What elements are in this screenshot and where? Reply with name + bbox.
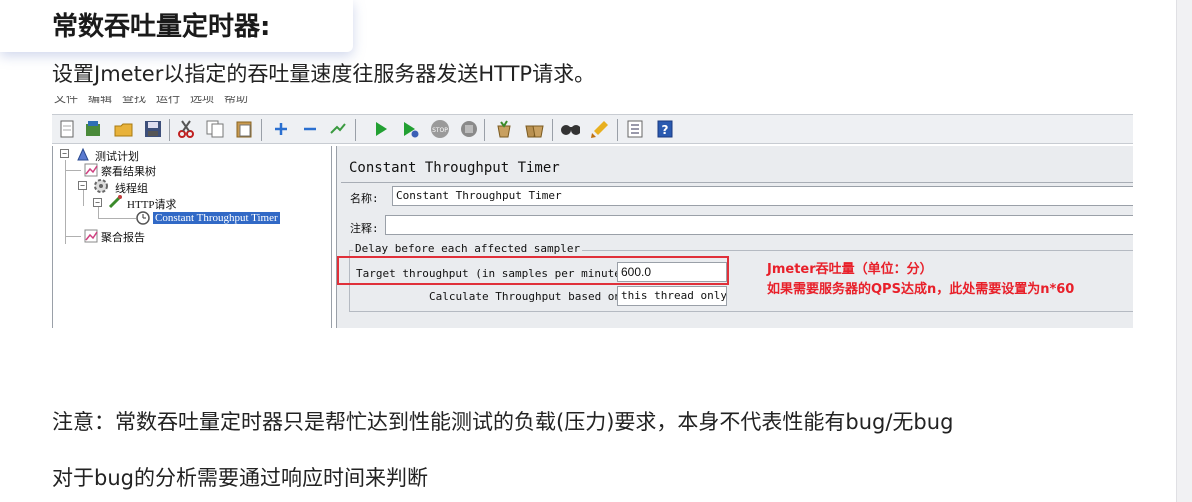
menu-bar: 文件 编辑 查找 运行 选项 帮助: [52, 96, 1133, 110]
help-icon[interactable]: ?: [655, 119, 675, 139]
start-no-pause-icon[interactable]: [400, 119, 420, 139]
stop-icon[interactable]: STOP: [430, 119, 450, 139]
calc-based-on-label: Calculate Throughput based on:: [429, 290, 628, 303]
start-icon[interactable]: [371, 119, 391, 139]
page-subtitle: 设置Jmeter以指定的吞吐量速度往服务器发送HTTP请求。: [52, 62, 596, 86]
timer-config-panel: Constant Throughput Timer 名称: Constant T…: [336, 146, 1133, 328]
collapse-toggle[interactable]: −: [60, 149, 69, 158]
copy-icon[interactable]: [205, 119, 225, 139]
comment-field[interactable]: [385, 215, 1133, 235]
throughput-highlight-box: [337, 256, 729, 285]
tree-node-timer[interactable]: Constant Throughput Timer: [153, 212, 280, 224]
paste-icon[interactable]: [234, 119, 254, 139]
page-heading: 常数吞吐量定时器:: [52, 12, 271, 42]
cut-icon[interactable]: [176, 119, 196, 139]
collapse-toggle[interactable]: −: [78, 181, 87, 190]
menu-file[interactable]: 文件: [54, 96, 78, 106]
save-icon[interactable]: [143, 119, 163, 139]
tree-node-test-plan[interactable]: 测试计划: [95, 148, 139, 164]
menu-search[interactable]: 查找: [122, 96, 146, 106]
menu-help[interactable]: 帮助: [224, 96, 248, 106]
search-icon[interactable]: [560, 119, 580, 139]
note-paragraph-2: 对于bug的分析需要通过响应时间来判断: [52, 466, 428, 490]
clear-all-icon[interactable]: [524, 119, 544, 139]
test-plan-tree: − 测试计划 察看结果树 − 线程组 − HTTP请求 Constant Thr…: [52, 146, 332, 328]
timer-icon: [133, 208, 153, 228]
function-helper-icon[interactable]: [625, 119, 645, 139]
reset-search-icon[interactable]: [590, 119, 610, 139]
menu-edit[interactable]: 编辑: [88, 96, 112, 106]
collapse-icon[interactable]: [300, 119, 320, 139]
annotation-line-1: Jmeter吞吐量（单位：分）: [767, 262, 933, 277]
note-paragraph-1: 注意：常数吞吐量定时器只是帮忙达到性能测试的负载(压力)要求，本身不代表性能有b…: [52, 410, 954, 434]
toggle-icon[interactable]: [328, 119, 348, 139]
svg-text:?: ?: [662, 123, 669, 137]
tree-node-aggregate-report[interactable]: 聚合报告: [101, 229, 145, 245]
collapse-toggle[interactable]: −: [93, 198, 102, 207]
panel-title: Constant Throughput Timer: [349, 160, 560, 176]
delay-group-legend: Delay before each affected sampler: [353, 242, 583, 255]
aggregate-report-icon: [81, 226, 101, 246]
open-icon[interactable]: [114, 119, 134, 139]
menu-options[interactable]: 选项: [190, 96, 214, 106]
name-label: 名称:: [350, 192, 379, 205]
templates-icon[interactable]: [83, 119, 103, 139]
toolbar: STOP ?: [52, 114, 1133, 144]
clear-icon[interactable]: [494, 119, 514, 139]
jmeter-screenshot: 文件 编辑 查找 运行 选项 帮助 STOP ? − 测试计划 察看结果树 − …: [52, 96, 1133, 328]
svg-text:STOP: STOP: [432, 127, 448, 134]
annotation-line-2: 如果需要服务器的QPS达成n，此处需要设置为n*60: [767, 282, 1075, 297]
calc-based-on-select[interactable]: this thread only: [617, 286, 727, 306]
shutdown-icon[interactable]: [459, 119, 479, 139]
menu-run[interactable]: 运行: [156, 96, 180, 106]
page-scrollbar[interactable]: [1176, 0, 1192, 502]
sampler-icon: [105, 192, 125, 212]
new-icon[interactable]: [57, 119, 77, 139]
name-field[interactable]: Constant Throughput Timer: [392, 186, 1133, 206]
expand-icon[interactable]: [271, 119, 291, 139]
comment-label: 注释:: [350, 222, 379, 235]
